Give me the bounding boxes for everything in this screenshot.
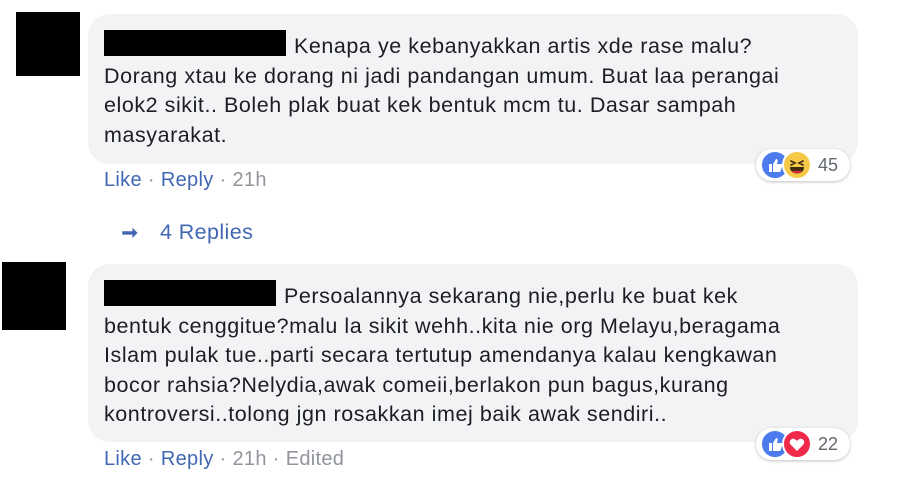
comment-text: Persoalannya sekarang nie,perlu ke buat … [104,280,842,430]
love-icon [782,429,812,459]
separator-dot: · [147,169,155,191]
redacted-author-name[interactable] [104,280,276,306]
separator-dot: · [147,448,155,470]
like-link[interactable]: Like [104,169,142,191]
reaction-count: 45 [818,154,839,175]
comment-text: Kenapa ye kebanyakkan artis xde rase mal… [104,30,842,150]
like-link[interactable]: Like [104,448,142,470]
reply-arrow-icon [122,226,138,238]
comment-actions: Like · Reply · 21h · Edited [104,448,344,471]
comment-bubble: Persoalannya sekarang nie,perlu ke buat … [88,264,858,442]
avatar[interactable] [2,262,66,330]
separator-dot: · [219,169,227,191]
reaction-summary[interactable]: 45 [756,149,850,181]
timestamp[interactable]: 21h [232,448,266,470]
reaction-summary[interactable]: 22 [756,428,850,460]
reply-link[interactable]: Reply [161,169,214,191]
reaction-count: 22 [818,433,839,454]
redacted-author-name[interactable] [104,30,286,56]
separator-dot: · [272,448,280,470]
timestamp[interactable]: 21h [232,169,266,191]
comment-bubble: Kenapa ye kebanyakkan artis xde rase mal… [88,14,858,164]
replies-label[interactable]: 4 Replies [160,220,253,245]
separator-dot: · [219,448,227,470]
reply-link[interactable]: Reply [161,448,214,470]
view-replies-link[interactable]: 4 Replies [118,220,253,245]
comment-actions: Like · Reply · 21h [104,169,267,192]
haha-icon [782,150,812,180]
avatar[interactable] [16,12,80,76]
edited-label[interactable]: Edited [286,448,345,470]
